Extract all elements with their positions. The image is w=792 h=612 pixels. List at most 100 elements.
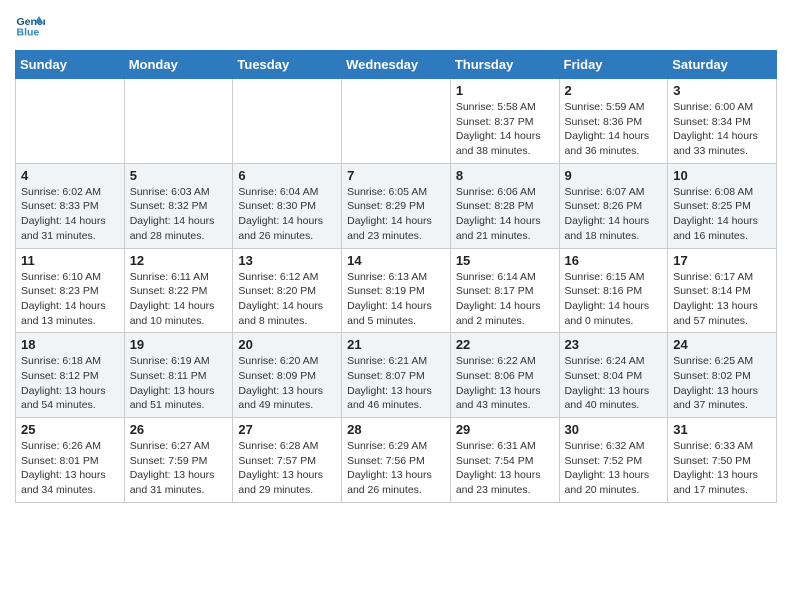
- day-info: Sunrise: 6:25 AM Sunset: 8:02 PM Dayligh…: [673, 354, 771, 413]
- day-info: Sunrise: 6:28 AM Sunset: 7:57 PM Dayligh…: [238, 439, 336, 498]
- day-number: 7: [347, 168, 445, 183]
- calendar-cell: 7 Sunrise: 6:05 AM Sunset: 8:29 PM Daylig…: [342, 163, 451, 248]
- day-header-monday: Monday: [124, 51, 233, 79]
- day-number: 16: [565, 253, 663, 268]
- calendar-cell: 1Sunrise: 5:58 AM Sunset: 8:37 PM Daylig…: [450, 79, 559, 164]
- day-number: 10: [673, 168, 771, 183]
- calendar-cell: 9 Sunrise: 6:07 AM Sunset: 8:26 PM Daylig…: [559, 163, 668, 248]
- header-section: General Blue: [15, 10, 777, 40]
- day-info: Sunrise: 6:02 AM Sunset: 8:33 PM Dayligh…: [21, 185, 119, 244]
- day-info: Sunrise: 6:31 AM Sunset: 7:54 PM Dayligh…: [456, 439, 554, 498]
- calendar-week-row: 1Sunrise: 5:58 AM Sunset: 8:37 PM Daylig…: [16, 79, 777, 164]
- calendar-cell: 20Sunrise: 6:20 AM Sunset: 8:09 PM Dayli…: [233, 333, 342, 418]
- day-info: Sunrise: 5:59 AM Sunset: 8:36 PM Dayligh…: [565, 100, 663, 159]
- day-number: 13: [238, 253, 336, 268]
- day-info: Sunrise: 6:10 AM Sunset: 8:23 PM Dayligh…: [21, 270, 119, 329]
- day-info: Sunrise: 6:19 AM Sunset: 8:11 PM Dayligh…: [130, 354, 228, 413]
- day-number: 24: [673, 337, 771, 352]
- calendar-week-row: 18Sunrise: 6:18 AM Sunset: 8:12 PM Dayli…: [16, 333, 777, 418]
- day-info: Sunrise: 6:00 AM Sunset: 8:34 PM Dayligh…: [673, 100, 771, 159]
- day-number: 21: [347, 337, 445, 352]
- day-number: 8: [456, 168, 554, 183]
- calendar-cell: 12Sunrise: 6:11 AM Sunset: 8:22 PM Dayli…: [124, 248, 233, 333]
- day-info: Sunrise: 6:07 AM Sunset: 8:26 PM Dayligh…: [565, 185, 663, 244]
- day-info: Sunrise: 6:21 AM Sunset: 8:07 PM Dayligh…: [347, 354, 445, 413]
- day-info: Sunrise: 6:32 AM Sunset: 7:52 PM Dayligh…: [565, 439, 663, 498]
- calendar-cell: 21 Sunrise: 6:21 AM Sunset: 8:07 PM Dayli…: [342, 333, 451, 418]
- day-number: 12: [130, 253, 228, 268]
- calendar-week-row: 25 Sunrise: 6:26 AM Sunset: 8:01 PM Dayli…: [16, 418, 777, 503]
- day-header-tuesday: Tuesday: [233, 51, 342, 79]
- day-number: 31: [673, 422, 771, 437]
- calendar-week-row: 4 Sunrise: 6:02 AM Sunset: 8:33 PM Daylig…: [16, 163, 777, 248]
- calendar-cell: 2Sunrise: 5:59 AM Sunset: 8:36 PM Daylig…: [559, 79, 668, 164]
- calendar-cell: 6 Sunrise: 6:04 AM Sunset: 8:30 PM Daylig…: [233, 163, 342, 248]
- calendar-cell: 18Sunrise: 6:18 AM Sunset: 8:12 PM Dayli…: [16, 333, 125, 418]
- day-info: Sunrise: 6:33 AM Sunset: 7:50 PM Dayligh…: [673, 439, 771, 498]
- day-number: 27: [238, 422, 336, 437]
- day-number: 14: [347, 253, 445, 268]
- calendar-cell: 24 Sunrise: 6:25 AM Sunset: 8:02 PM Dayli…: [668, 333, 777, 418]
- logo: General Blue: [15, 10, 49, 40]
- calendar-cell: 25 Sunrise: 6:26 AM Sunset: 8:01 PM Dayli…: [16, 418, 125, 503]
- day-number: 9: [565, 168, 663, 183]
- calendar-cell: 17 Sunrise: 6:17 AM Sunset: 8:14 PM Dayli…: [668, 248, 777, 333]
- calendar-cell: [16, 79, 125, 164]
- calendar-cell: 28 Sunrise: 6:29 AM Sunset: 7:56 PM Dayli…: [342, 418, 451, 503]
- day-number: 26: [130, 422, 228, 437]
- calendar-cell: [124, 79, 233, 164]
- day-number: 28: [347, 422, 445, 437]
- calendar-cell: 30Sunrise: 6:32 AM Sunset: 7:52 PM Dayli…: [559, 418, 668, 503]
- calendar-cell: [233, 79, 342, 164]
- day-info: Sunrise: 6:15 AM Sunset: 8:16 PM Dayligh…: [565, 270, 663, 329]
- day-info: Sunrise: 6:22 AM Sunset: 8:06 PM Dayligh…: [456, 354, 554, 413]
- day-info: Sunrise: 6:24 AM Sunset: 8:04 PM Dayligh…: [565, 354, 663, 413]
- calendar-table: SundayMondayTuesdayWednesdayThursdayFrid…: [15, 50, 777, 503]
- logo-icon: General Blue: [15, 10, 45, 40]
- calendar-cell: 16 Sunrise: 6:15 AM Sunset: 8:16 PM Dayli…: [559, 248, 668, 333]
- calendar-cell: 29 Sunrise: 6:31 AM Sunset: 7:54 PM Dayli…: [450, 418, 559, 503]
- calendar-cell: 23Sunrise: 6:24 AM Sunset: 8:04 PM Dayli…: [559, 333, 668, 418]
- calendar-cell: 4 Sunrise: 6:02 AM Sunset: 8:33 PM Daylig…: [16, 163, 125, 248]
- calendar-cell: 10Sunrise: 6:08 AM Sunset: 8:25 PM Dayli…: [668, 163, 777, 248]
- day-number: 6: [238, 168, 336, 183]
- calendar-cell: 26 Sunrise: 6:27 AM Sunset: 7:59 PM Dayli…: [124, 418, 233, 503]
- calendar-cell: 13Sunrise: 6:12 AM Sunset: 8:20 PM Dayli…: [233, 248, 342, 333]
- day-info: Sunrise: 6:03 AM Sunset: 8:32 PM Dayligh…: [130, 185, 228, 244]
- day-header-sunday: Sunday: [16, 51, 125, 79]
- day-number: 11: [21, 253, 119, 268]
- day-info: Sunrise: 6:17 AM Sunset: 8:14 PM Dayligh…: [673, 270, 771, 329]
- calendar-cell: 5 Sunrise: 6:03 AM Sunset: 8:32 PM Daylig…: [124, 163, 233, 248]
- day-info: Sunrise: 6:05 AM Sunset: 8:29 PM Dayligh…: [347, 185, 445, 244]
- day-info: Sunrise: 6:27 AM Sunset: 7:59 PM Dayligh…: [130, 439, 228, 498]
- calendar-cell: 11 Sunrise: 6:10 AM Sunset: 8:23 PM Dayli…: [16, 248, 125, 333]
- day-number: 4: [21, 168, 119, 183]
- calendar-cell: 8 Sunrise: 6:06 AM Sunset: 8:28 PM Daylig…: [450, 163, 559, 248]
- day-number: 22: [456, 337, 554, 352]
- day-number: 19: [130, 337, 228, 352]
- day-header-friday: Friday: [559, 51, 668, 79]
- day-number: 29: [456, 422, 554, 437]
- calendar-cell: [342, 79, 451, 164]
- day-info: Sunrise: 6:04 AM Sunset: 8:30 PM Dayligh…: [238, 185, 336, 244]
- day-info: Sunrise: 6:29 AM Sunset: 7:56 PM Dayligh…: [347, 439, 445, 498]
- day-number: 20: [238, 337, 336, 352]
- day-info: Sunrise: 6:14 AM Sunset: 8:17 PM Dayligh…: [456, 270, 554, 329]
- calendar-container: General Blue SundayMondayTuesdayWednesda…: [0, 0, 792, 518]
- day-number: 25: [21, 422, 119, 437]
- calendar-cell: 31 Sunrise: 6:33 AM Sunset: 7:50 PM Dayli…: [668, 418, 777, 503]
- day-header-wednesday: Wednesday: [342, 51, 451, 79]
- day-number: 15: [456, 253, 554, 268]
- calendar-cell: 3Sunrise: 6:00 AM Sunset: 8:34 PM Daylig…: [668, 79, 777, 164]
- calendar-week-row: 11 Sunrise: 6:10 AM Sunset: 8:23 PM Dayli…: [16, 248, 777, 333]
- svg-text:Blue: Blue: [17, 27, 40, 39]
- day-info: Sunrise: 6:18 AM Sunset: 8:12 PM Dayligh…: [21, 354, 119, 413]
- day-info: Sunrise: 6:26 AM Sunset: 8:01 PM Dayligh…: [21, 439, 119, 498]
- day-number: 17: [673, 253, 771, 268]
- calendar-cell: 19 Sunrise: 6:19 AM Sunset: 8:11 PM Dayli…: [124, 333, 233, 418]
- day-info: Sunrise: 6:13 AM Sunset: 8:19 PM Dayligh…: [347, 270, 445, 329]
- calendar-cell: 14 Sunrise: 6:13 AM Sunset: 8:19 PM Dayli…: [342, 248, 451, 333]
- day-info: Sunrise: 6:06 AM Sunset: 8:28 PM Dayligh…: [456, 185, 554, 244]
- day-number: 5: [130, 168, 228, 183]
- calendar-cell: 22 Sunrise: 6:22 AM Sunset: 8:06 PM Dayli…: [450, 333, 559, 418]
